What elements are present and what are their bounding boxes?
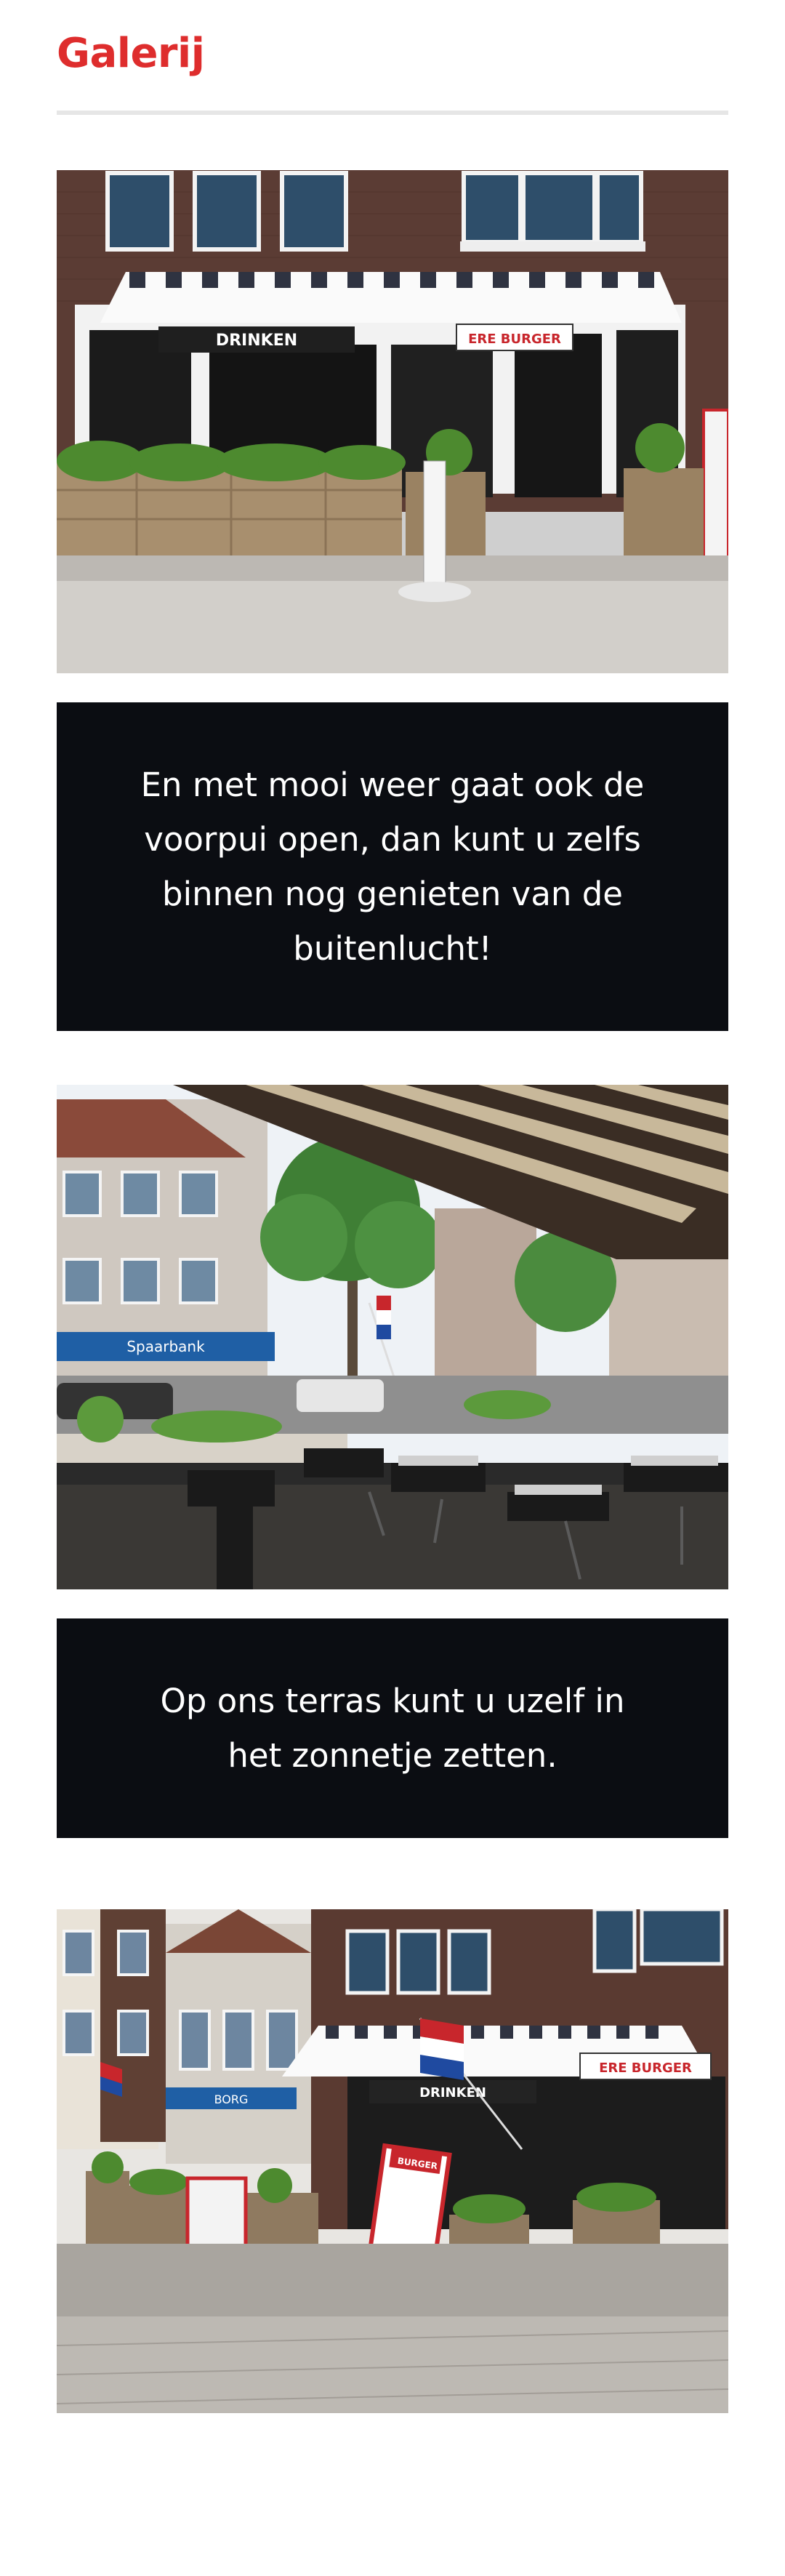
gallery-caption: Op ons terras kunt u uzelf in het zonnet… — [57, 1618, 728, 1838]
gallery-photo-terrace[interactable]: Spaarbank — [57, 1085, 728, 1589]
gallery-caption: En met mooi weer gaat ook de voorpui ope… — [57, 702, 728, 1031]
caption-text: Op ons terras kunt u uzelf in het zonnet… — [160, 1682, 625, 1775]
sign-ereburger: ERE BURGER — [599, 2061, 692, 2076]
caption-text: En met mooi weer gaat ook de voorpui ope… — [140, 766, 645, 968]
gallery-page: Galerij DRINKEN ERE BURGER En met mooi w… — [0, 0, 785, 2576]
sign-drinken: DRINKEN — [216, 332, 297, 350]
page-title: Galerij — [57, 30, 205, 77]
title-divider — [57, 111, 728, 115]
sign-spaarbank: Spaarbank — [126, 1338, 205, 1355]
gallery-photo-storefront[interactable]: DRINKEN ERE BURGER — [57, 170, 728, 673]
storefront-photo-image: DRINKEN ERE BURGER — [57, 170, 728, 673]
terrace-photo-image: Spaarbank — [57, 1085, 728, 1589]
street-photo-image: BORG DRINKEN ERE BURGER BURGER — [57, 1909, 728, 2413]
sign-borg: BORG — [214, 2093, 249, 2106]
gallery-photo-street[interactable]: BORG DRINKEN ERE BURGER BURGER — [57, 1909, 728, 2413]
sign-ereburger: ERE BURGER — [468, 332, 561, 347]
sign-drinken: DRINKEN — [419, 2085, 486, 2100]
